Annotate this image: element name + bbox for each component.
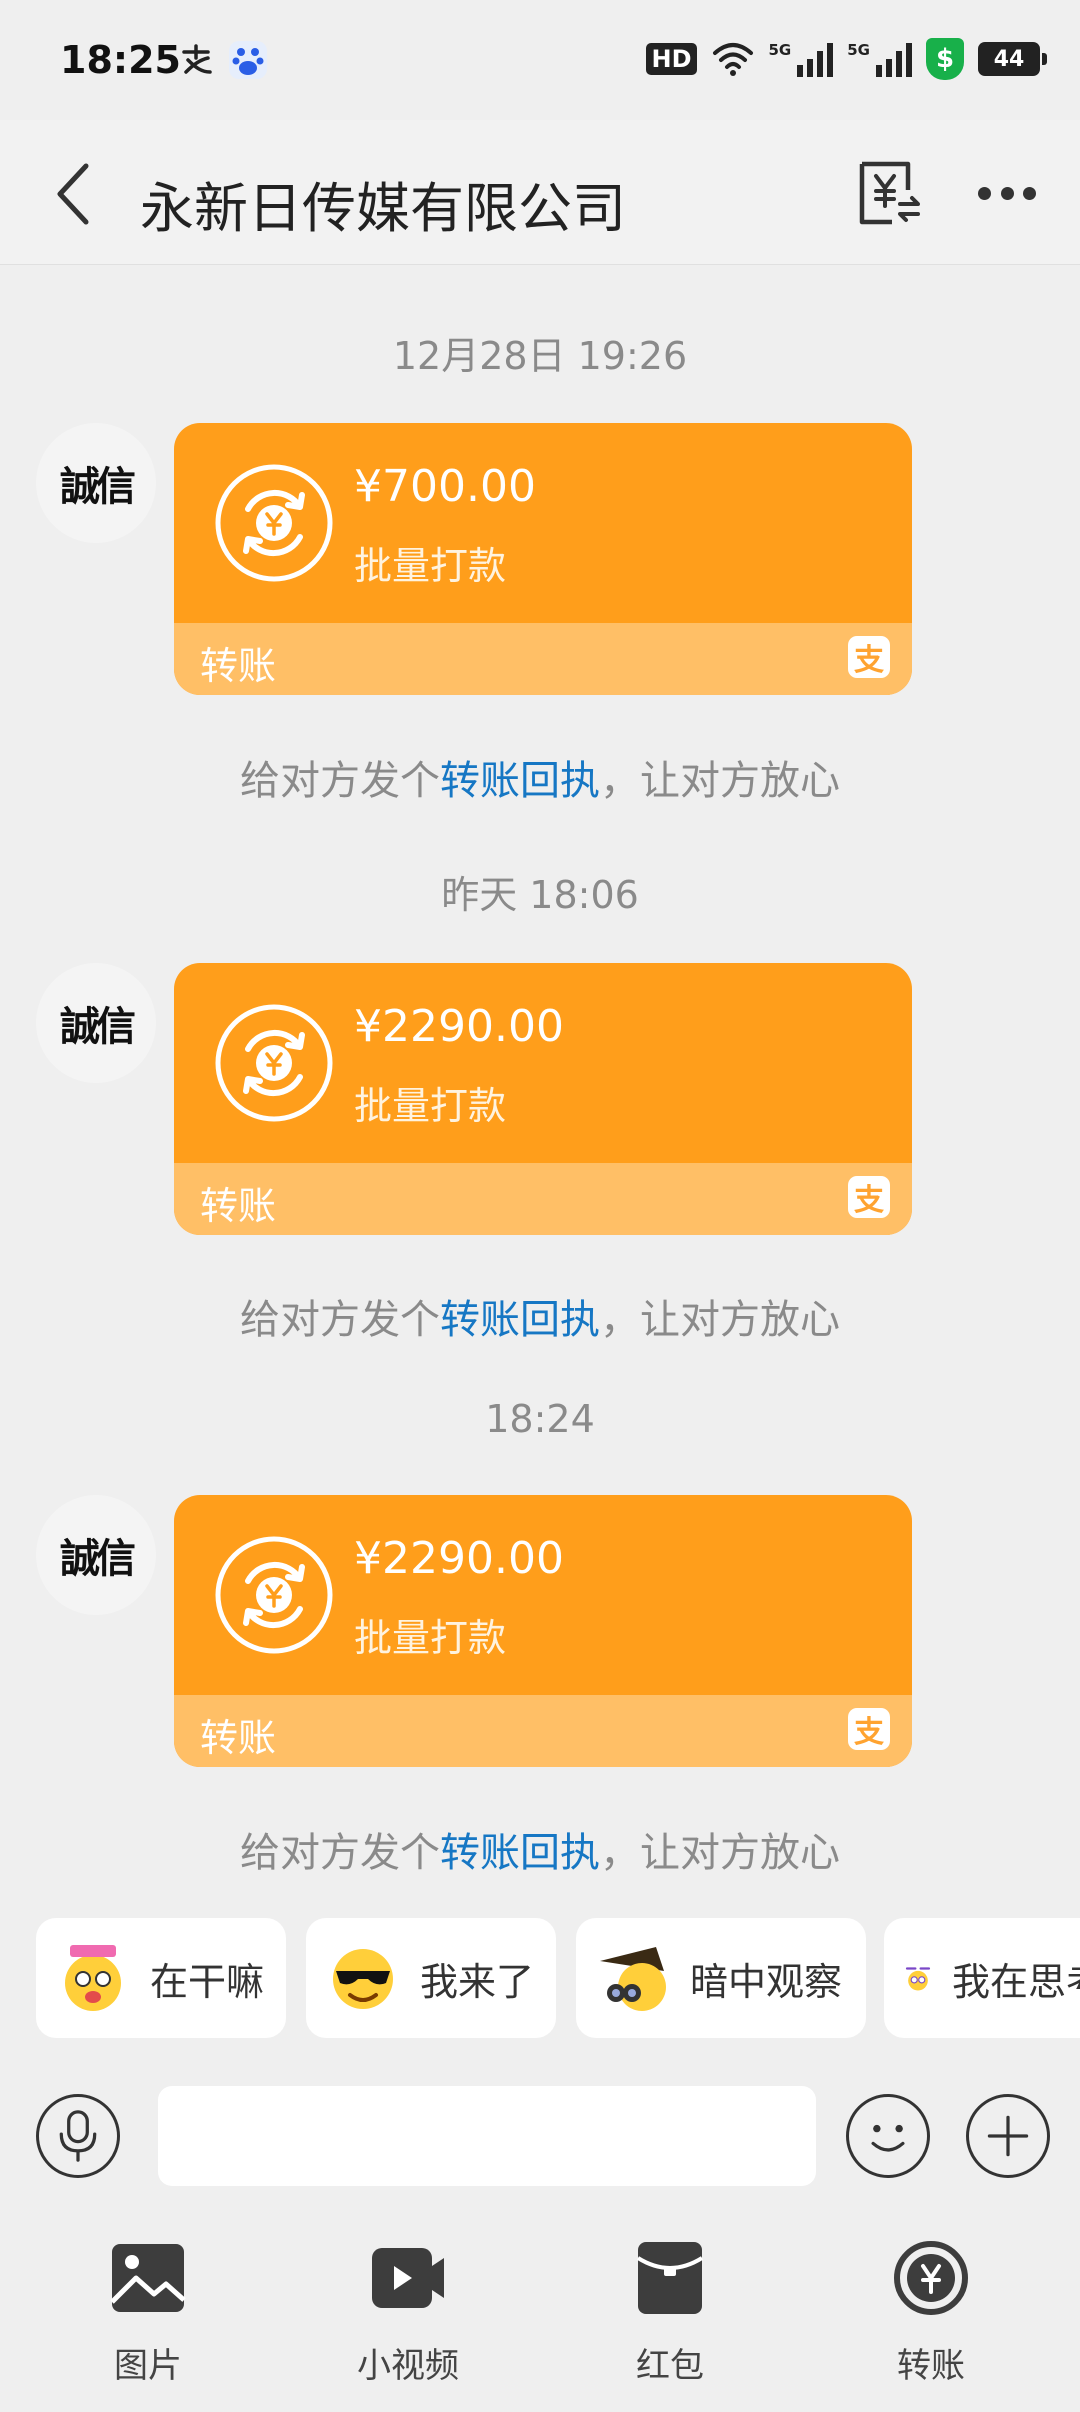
- quick-reply-bar: 在干嘛 我来了 暗中观察 我在思: [0, 1918, 1080, 2038]
- receipt-hint-suffix: ，让对方放心: [600, 758, 840, 804]
- tool-transfer[interactable]: 转账: [846, 2240, 1016, 2400]
- receipt-hint: 给对方发个转账回执，让对方放心: [0, 1820, 1080, 1878]
- tool-image[interactable]: 图片: [63, 2240, 233, 2400]
- transfer-yuan-icon: [215, 464, 333, 582]
- signal-1-icon: 5G: [769, 41, 834, 77]
- receipt-link[interactable]: 转账回执: [440, 758, 600, 804]
- message-input[interactable]: [158, 2086, 816, 2186]
- receipt-hint-suffix: ，让对方放心: [600, 1830, 840, 1876]
- tool-label: 红包: [636, 2346, 704, 2386]
- receipt-link[interactable]: 转账回执: [440, 1297, 600, 1343]
- transfer-yuan-icon: [215, 1004, 333, 1122]
- transfer-card-footer: 转账 支: [174, 623, 912, 695]
- transfer-card-body: ¥2290.00 批量打款: [174, 963, 912, 1163]
- receipt-hint-prefix: 给对方发个: [240, 1830, 440, 1876]
- quick-reply-label: 我来了: [420, 1959, 535, 2004]
- back-arrow-icon[interactable]: [46, 160, 106, 228]
- bottom-toolbar: 图片 小视频 红包 转账: [0, 2212, 1080, 2412]
- transfer-yuan-icon: [215, 1536, 333, 1654]
- sticker-busy-icon: [65, 1945, 121, 2011]
- transfer-description: 批量打款: [354, 1616, 507, 1660]
- hd-badge: HD: [646, 43, 697, 75]
- receipt-hint: 给对方发个转账回执，让对方放心: [0, 748, 1080, 806]
- transfer-amount: ¥2290.00: [354, 1533, 564, 1584]
- signal-2-icon: 5G: [847, 41, 912, 77]
- receipt-link[interactable]: 转账回执: [440, 1830, 600, 1876]
- chat-screen: 18:25 HD 5G 5G $ 44 永新日传媒有限公司 12月28日 19:…: [0, 0, 1080, 2412]
- receipt-hint-prefix: 给对方发个: [240, 758, 440, 804]
- receipt-hint-suffix: ，让对方放心: [600, 1297, 840, 1343]
- sticker-observe-icon: [600, 1947, 666, 2011]
- status-app-icons: [178, 40, 268, 80]
- status-indicators: HD 5G 5G $ 44: [646, 38, 1047, 80]
- wifi-icon: [712, 43, 753, 76]
- signal-1-label: 5G: [768, 41, 792, 59]
- alipay-icon: [182, 44, 212, 74]
- tool-label: 转账: [897, 2346, 965, 2386]
- quick-reply-label: 在干嘛: [150, 1959, 265, 2004]
- more-icon[interactable]: [978, 180, 1036, 206]
- quick-reply-label: 我在思考: [951, 1959, 1080, 2004]
- image-icon: [110, 2244, 186, 2312]
- message-timestamp: 昨天 18:06: [441, 873, 639, 917]
- quick-reply-label: 暗中观察: [690, 1959, 843, 2004]
- battery-icon: 44: [978, 42, 1047, 76]
- emoji-icon[interactable]: [846, 2094, 930, 2178]
- avatar[interactable]: 誠信: [36, 963, 156, 1083]
- video-icon: [372, 2248, 444, 2308]
- signal-2-label: 5G: [847, 41, 870, 59]
- receipt-hint: 给对方发个转账回执，让对方放心: [0, 1287, 1080, 1345]
- transfer-description: 批量打款: [354, 544, 507, 588]
- transfer-type-label: 转账: [200, 1184, 277, 1228]
- avatar[interactable]: 誠信: [36, 423, 156, 543]
- transfer-card-body: ¥2290.00 批量打款: [174, 1495, 912, 1695]
- tool-red-packet[interactable]: 红包: [585, 2240, 755, 2400]
- status-bar: 18:25 HD 5G 5G $ 44: [0, 0, 1080, 120]
- battery-level: 44: [993, 46, 1025, 72]
- page-title: 永新日传媒有限公司: [140, 177, 626, 240]
- transfer-card[interactable]: ¥2290.00 批量打款 转账 支: [174, 1495, 912, 1767]
- alipay-badge-icon: 支: [848, 636, 890, 678]
- sticker-sunglasses-icon: [333, 1949, 393, 2009]
- transfer-card-footer: 转账 支: [174, 1163, 912, 1235]
- tool-label: 小视频: [357, 2346, 459, 2386]
- transfer-type-label: 转账: [200, 1716, 277, 1760]
- quick-reply-item[interactable]: 我来了: [306, 1918, 556, 2038]
- transfer-type-label: 转账: [200, 644, 277, 688]
- security-shield-icon: $: [926, 38, 964, 80]
- alipay-badge-icon: 支: [848, 1176, 890, 1218]
- tool-video[interactable]: 小视频: [323, 2240, 493, 2400]
- message-input-bar: [0, 2062, 1080, 2212]
- quick-reply-item[interactable]: 我在思考: [884, 1918, 1080, 2038]
- tool-label: 图片: [114, 2346, 182, 2386]
- quick-reply-item[interactable]: 在干嘛: [36, 1918, 286, 2038]
- transfer-card[interactable]: ¥2290.00 批量打款 转账 支: [174, 963, 912, 1235]
- red-packet-icon: [636, 2242, 704, 2314]
- transfer-card-footer: 转账 支: [174, 1695, 912, 1767]
- plus-icon[interactable]: [966, 2094, 1050, 2178]
- alipay-badge-icon: 支: [848, 1708, 890, 1750]
- chat-header: 永新日传媒有限公司: [0, 120, 1080, 265]
- bill-icon[interactable]: [856, 160, 922, 226]
- transfer-description: 批量打款: [354, 1084, 507, 1128]
- message-timestamp: 12月28日 19:26: [392, 334, 688, 378]
- baidu-icon: [229, 41, 267, 79]
- transfer-amount: ¥700.00: [354, 461, 536, 512]
- transfer-card[interactable]: ¥700.00 批量打款 转账 支: [174, 423, 912, 695]
- receipt-hint-prefix: 给对方发个: [240, 1297, 440, 1343]
- transfer-card-body: ¥700.00 批量打款: [174, 423, 912, 623]
- status-time: 18:25: [60, 38, 181, 82]
- message-timestamp: 18:24: [485, 1397, 595, 1441]
- transfer-amount: ¥2290.00: [354, 1001, 564, 1052]
- avatar[interactable]: 誠信: [36, 1495, 156, 1615]
- voice-microphone-icon[interactable]: [36, 2094, 120, 2178]
- transfer-icon: [894, 2241, 968, 2315]
- sticker-thinking-icon: [905, 1967, 931, 1991]
- quick-reply-item[interactable]: 暗中观察: [576, 1918, 866, 2038]
